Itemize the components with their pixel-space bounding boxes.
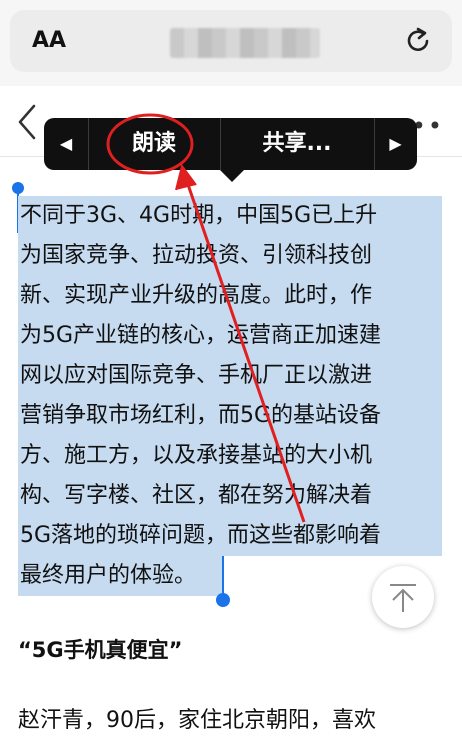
- selected-line: 新、实现产业升级的高度。此时，作: [18, 276, 442, 316]
- selection-end-handle[interactable]: [216, 593, 230, 607]
- selected-line: 营销争取市场红利，而5G的基站设备: [18, 396, 442, 436]
- selected-line: 不同于3G、4G时期，中国5G已上升: [18, 196, 442, 236]
- text-size-label: AA: [32, 28, 67, 53]
- selected-paragraph[interactable]: 不同于3G、4G时期，中国5G已上升 为国家竞争、拉动投资、引领科技创 新、实现…: [18, 196, 442, 596]
- arrow-up-icon: [390, 584, 416, 612]
- browser-toolbar: AA: [0, 0, 462, 86]
- selection-end-bar: [222, 556, 224, 596]
- chevron-left-icon[interactable]: [14, 102, 38, 142]
- menu-prev-button[interactable]: ◀: [44, 118, 88, 170]
- scroll-to-top-button[interactable]: [372, 566, 434, 628]
- selected-line: 网以应对国际竞争、手机厂正以激进: [18, 356, 442, 396]
- reload-icon[interactable]: [404, 26, 432, 54]
- address-bar[interactable]: AA: [10, 10, 452, 72]
- selected-line: 构、写字楼、社区，都在努力解决着: [18, 476, 442, 516]
- selected-line: 5G落地的琐碎问题，而这些都影响着: [18, 516, 442, 556]
- masked-url[interactable]: [170, 28, 320, 58]
- selected-line: 为5G产业链的核心，运营商正加速建: [18, 316, 442, 356]
- text-selection-menu: ◀ 朗读 共享... ▶: [44, 118, 417, 182]
- read-aloud-button[interactable]: 朗读: [88, 118, 220, 170]
- share-button[interactable]: 共享...: [220, 118, 374, 170]
- text-size-button[interactable]: AA: [32, 28, 66, 53]
- menu-next-button[interactable]: ▶: [374, 118, 417, 170]
- selected-line: 方、施工方，以及承接基站的大小机: [18, 436, 442, 476]
- selected-line: 最终用户的体验。: [18, 556, 223, 596]
- selected-line: 为国家竞争、拉动投资、引领科技创: [18, 236, 442, 276]
- paragraph-text: 赵汗青，90后，家住北京朝阳，喜欢: [18, 708, 376, 733]
- section-subtitle: “5G手机真便宜”: [18, 638, 183, 662]
